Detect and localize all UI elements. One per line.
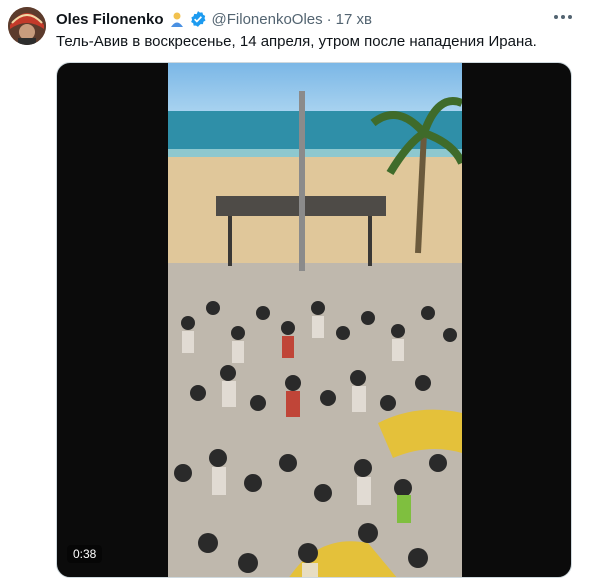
tweet-text: Тель-Авив в воскресенье, 14 апреля, утро…	[56, 33, 537, 50]
more-options-button[interactable]	[548, 6, 578, 28]
emoji-person-icon	[169, 11, 185, 27]
video-player[interactable]: 0:38	[56, 62, 572, 578]
avatar[interactable]	[8, 7, 46, 45]
more-dots-icon	[554, 15, 572, 19]
video-frame	[168, 63, 466, 577]
author-handle[interactable]: @FilonenkoOles	[212, 11, 323, 28]
tweet-time[interactable]: 17 хв	[336, 11, 372, 28]
tweet-header: Oles Filonenko @FilonenkoOles · 17 хв	[56, 9, 576, 29]
separator-dot: ·	[326, 10, 332, 28]
verified-badge-icon	[189, 10, 207, 28]
video-duration: 0:38	[67, 545, 103, 563]
author-name[interactable]: Oles Filonenko	[56, 11, 164, 28]
